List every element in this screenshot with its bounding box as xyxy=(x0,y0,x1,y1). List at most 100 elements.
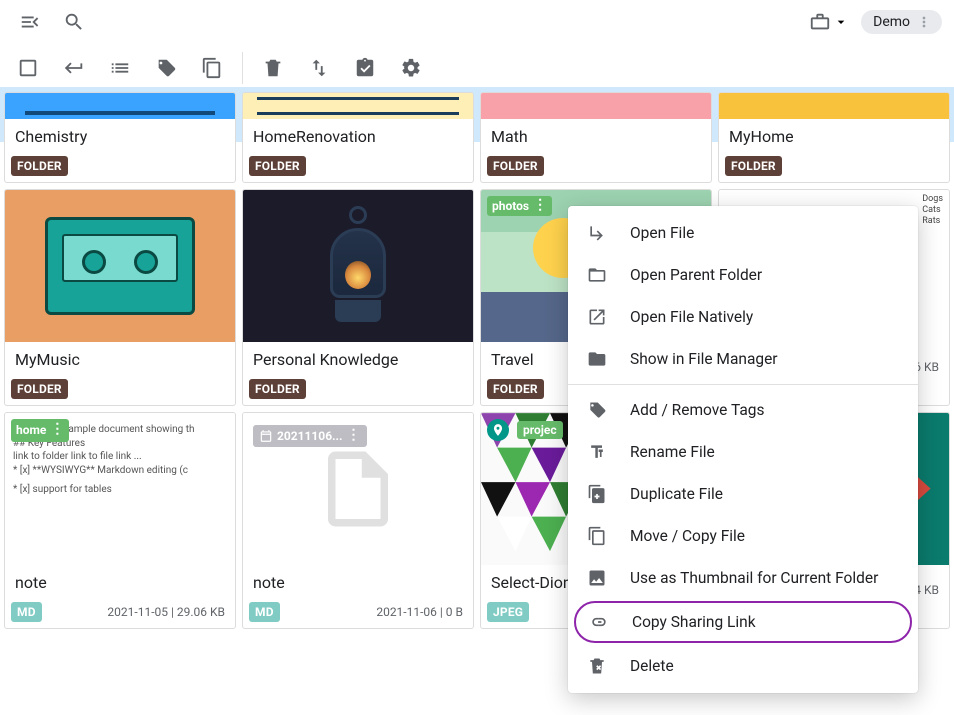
menu-label: Open File Natively xyxy=(630,308,753,326)
sort-button[interactable] xyxy=(299,48,339,88)
menu-label: Show in File Manager xyxy=(630,350,778,368)
calendar-icon xyxy=(259,429,273,443)
trash-icon xyxy=(262,57,284,79)
tag-outline-icon xyxy=(586,399,608,421)
folder-outline-icon xyxy=(586,264,608,286)
file-meta: 2021-11-05 | 29.06 KB xyxy=(107,605,229,619)
file-card[interactable]: home⋮ This is an example document showin… xyxy=(4,412,236,629)
md-badge: MD xyxy=(249,602,280,622)
topbar: Demo xyxy=(0,0,954,44)
menu-open-icon xyxy=(19,11,41,33)
home-tag: home⋮ xyxy=(11,419,69,442)
card-title: MyMusic xyxy=(5,342,235,379)
open-in-new-icon xyxy=(586,306,608,328)
lantern-icon xyxy=(327,206,389,326)
folder-badge: FOLDER xyxy=(11,156,68,176)
card-title: note xyxy=(243,565,473,602)
location-pin-icon xyxy=(487,419,509,441)
photos-tag: photos⋮ xyxy=(487,196,552,216)
checkbox-outline-icon xyxy=(17,57,39,79)
return-icon xyxy=(63,57,85,79)
md-badge: MD xyxy=(11,602,42,622)
select-all-button[interactable] xyxy=(8,48,48,88)
briefcase-icon xyxy=(809,11,831,33)
view-list-button[interactable] xyxy=(100,48,140,88)
menu-duplicate[interactable]: Duplicate File xyxy=(568,473,918,515)
file-card[interactable]: 20211106...⋮ note MD 2021-11-06 | 0 B xyxy=(242,412,474,629)
delete-forever-icon xyxy=(586,655,608,677)
copy-icon xyxy=(586,525,608,547)
date-tag: 20211106...⋮ xyxy=(253,425,367,447)
menu-open-natively[interactable]: Open File Natively xyxy=(568,296,918,338)
gear-icon xyxy=(400,57,422,79)
settings-button[interactable] xyxy=(391,48,431,88)
search-icon xyxy=(63,11,85,33)
jpeg-badge: JPEG xyxy=(487,602,529,622)
menu-open-parent[interactable]: Open Parent Folder xyxy=(568,254,918,296)
folder-thumb-personal-knowledge xyxy=(243,190,473,342)
sort-icon xyxy=(308,57,330,79)
card-title: HomeRenovation xyxy=(243,119,473,156)
folder-badge: FOLDER xyxy=(487,379,544,399)
folder-icon xyxy=(586,348,608,370)
menu-label: Rename File xyxy=(630,443,715,461)
folder-thumb-chemistry xyxy=(5,93,235,119)
folder-badge: FOLDER xyxy=(725,156,782,176)
chevron-down-icon xyxy=(833,14,849,30)
link-icon xyxy=(588,611,610,633)
folder-card[interactable]: MyMusic FOLDER xyxy=(4,189,236,406)
file-icon xyxy=(313,444,403,534)
menu-label: Move / Copy File xyxy=(630,527,745,545)
search-button[interactable] xyxy=(56,4,92,40)
folder-badge: FOLDER xyxy=(11,379,68,399)
folder-card[interactable]: Math FOLDER xyxy=(480,92,712,183)
menu-show-in-fm[interactable]: Show in File Manager xyxy=(568,338,918,380)
folder-card[interactable]: Chemistry FOLDER xyxy=(4,92,236,183)
user-switcher[interactable]: Demo xyxy=(861,10,942,34)
card-title: MyHome xyxy=(719,119,949,156)
divider xyxy=(242,52,243,84)
menu-label: Delete xyxy=(630,657,674,675)
folder-card[interactable]: Personal Knowledge FOLDER xyxy=(242,189,474,406)
menu-copy-sharing-link[interactable]: Copy Sharing Link xyxy=(588,611,898,633)
image-icon xyxy=(586,567,608,589)
menu-separator xyxy=(568,384,918,385)
text-fields-icon xyxy=(586,441,608,463)
folder-thumb-myhome xyxy=(719,93,949,119)
folder-thumb-mymusic xyxy=(5,190,235,342)
project-tag: projec xyxy=(517,421,563,439)
duplicate-icon xyxy=(586,483,608,505)
folder-badge: FOLDER xyxy=(487,156,544,176)
menu-move-copy[interactable]: Move / Copy File xyxy=(568,515,918,557)
menu-rename[interactable]: Rename File xyxy=(568,431,918,473)
tag-icon xyxy=(155,57,177,79)
subdir-arrow-icon xyxy=(586,222,608,244)
card-title: Math xyxy=(481,119,711,156)
back-button[interactable] xyxy=(54,48,94,88)
briefcase-button[interactable] xyxy=(805,4,853,40)
folder-badge: FOLDER xyxy=(249,156,306,176)
menu-tags[interactable]: Add / Remove Tags xyxy=(568,389,918,431)
folder-card[interactable]: HomeRenovation FOLDER xyxy=(242,92,474,183)
file-meta: 6 KB xyxy=(914,360,943,374)
card-title: note xyxy=(5,565,235,602)
empty-note-thumb: 20211106...⋮ xyxy=(243,413,473,565)
folder-thumb-renovation xyxy=(243,93,473,119)
card-title: Chemistry xyxy=(5,119,235,156)
menu-open-file[interactable]: Open File xyxy=(568,212,918,254)
folder-thumb-math xyxy=(481,93,711,119)
delete-button[interactable] xyxy=(253,48,293,88)
toggle-sidebar-button[interactable] xyxy=(12,4,48,40)
user-label: Demo xyxy=(873,14,910,30)
menu-label: Copy Sharing Link xyxy=(632,613,756,631)
menu-copy-sharing-link-highlight: Copy Sharing Link xyxy=(574,601,912,643)
tags-button[interactable] xyxy=(146,48,186,88)
assign-button[interactable] xyxy=(345,48,385,88)
folder-card[interactable]: MyHome FOLDER xyxy=(718,92,950,183)
menu-label: Open File xyxy=(630,224,694,242)
context-menu: Open File Open Parent Folder Open File N… xyxy=(568,206,918,693)
menu-delete[interactable]: Delete xyxy=(568,645,918,687)
menu-thumbnail[interactable]: Use as Thumbnail for Current Folder xyxy=(568,557,918,599)
copy-button[interactable] xyxy=(192,48,232,88)
chart-legend: Dogs Cats Rats xyxy=(922,194,943,226)
